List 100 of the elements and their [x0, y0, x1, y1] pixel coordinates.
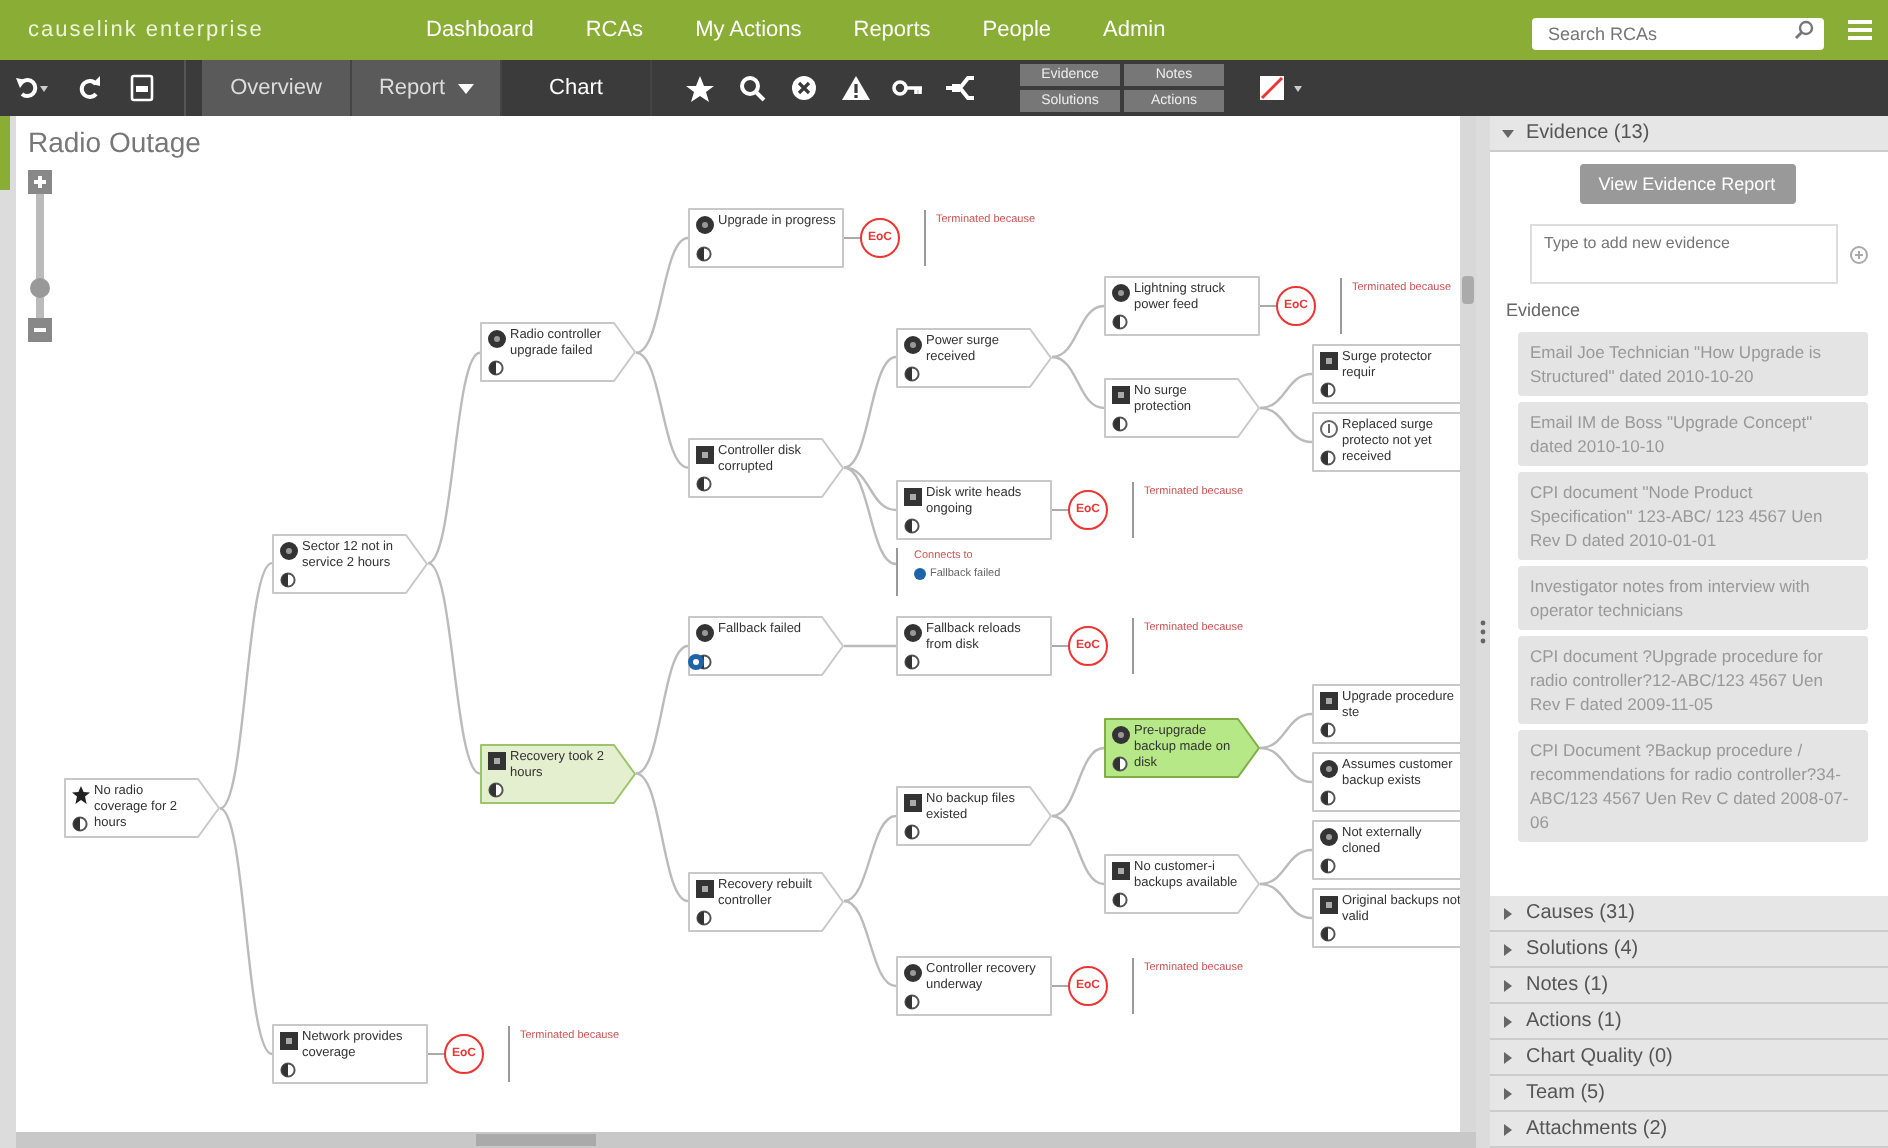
- half-circle-icon: [1320, 382, 1336, 398]
- half-circle-icon: [280, 571, 296, 588]
- section-title: Causes (31): [1526, 902, 1635, 924]
- drag-handle-icon[interactable]: [1480, 620, 1487, 644]
- half-circle-icon: [1112, 892, 1128, 908]
- half-circle-icon: [1112, 756, 1128, 772]
- circle-icon: [1320, 828, 1338, 846]
- star-icon[interactable]: [684, 74, 716, 102]
- accent-bar: [0, 116, 10, 190]
- search-icon[interactable]: [736, 74, 768, 102]
- half-circle-icon: [904, 365, 920, 381]
- connector-line: [1051, 355, 1105, 410]
- accordion-header[interactable]: Chart Quality (0): [1490, 1040, 1888, 1076]
- vertical-scrollbar[interactable]: [1460, 116, 1477, 1132]
- connector-line: [843, 899, 897, 988]
- accordion-header[interactable]: Evidence (13): [1490, 116, 1888, 152]
- circle-icon: [696, 216, 714, 234]
- search-field[interactable]: Search RCAs: [1532, 18, 1824, 50]
- caret-icon: [1502, 127, 1514, 139]
- close-circle-icon[interactable]: [788, 74, 820, 102]
- connector-line: [1259, 848, 1313, 886]
- circle-icon: [488, 330, 506, 349]
- section-title: Attachments (2): [1526, 1118, 1668, 1140]
- link-dot-icon: [688, 654, 704, 670]
- accordion-header[interactable]: Notes (1): [1490, 968, 1888, 1004]
- connector-line: [1051, 814, 1105, 886]
- half-circle-icon: [904, 994, 920, 1010]
- minus-icon: [32, 322, 48, 338]
- section-title: Team (5): [1526, 1082, 1605, 1104]
- accordion-header[interactable]: Causes (31): [1490, 896, 1888, 932]
- half-circle-icon: [1320, 450, 1336, 466]
- connector-line: [1051, 746, 1105, 818]
- square-icon: [1112, 386, 1130, 404]
- circle-icon: [280, 541, 298, 560]
- half-circle-icon: [1320, 858, 1336, 874]
- connector-line: [635, 236, 689, 354]
- square-icon: [904, 488, 922, 506]
- half-circle-icon: [1320, 722, 1336, 738]
- list-heading: Evidence: [1506, 300, 1583, 320]
- half-circle-icon: [1112, 416, 1128, 432]
- caret-icon: [1502, 1051, 1514, 1063]
- evidence-input[interactable]: Type to add new evidence: [1530, 224, 1838, 284]
- chart-title: Radio Outage: [28, 126, 201, 158]
- info-icon: [1320, 420, 1338, 438]
- half-circle-icon: [1320, 926, 1336, 942]
- square-icon: [1320, 896, 1338, 914]
- color-swatch-icon[interactable]: [1258, 74, 1306, 102]
- accordion-header[interactable]: Team (5): [1490, 1076, 1888, 1112]
- connector-line: [1259, 712, 1313, 750]
- half-circle-icon: [696, 246, 712, 262]
- circle-icon: [904, 964, 922, 982]
- zoom-in-button[interactable]: [28, 170, 52, 194]
- caret-icon: [1502, 943, 1514, 955]
- horizontal-scrollbar[interactable]: [16, 1132, 1477, 1148]
- branch-icon[interactable]: [944, 74, 976, 102]
- zoom-out-button[interactable]: [28, 318, 52, 342]
- circle-icon: [1112, 284, 1130, 302]
- circle-icon: [1112, 726, 1130, 744]
- half-circle-icon: [1112, 314, 1128, 330]
- menu-icon[interactable]: [1848, 20, 1872, 40]
- toolbar-tab[interactable]: Overview: [202, 60, 352, 116]
- connector-line: [635, 772, 689, 903]
- accordion-header[interactable]: Attachments (2): [1490, 1112, 1888, 1148]
- plus-icon: [32, 174, 48, 190]
- connector-line: [1259, 406, 1313, 444]
- caret-icon: [1502, 1087, 1514, 1099]
- half-circle-icon: [904, 824, 920, 840]
- pdf-icon[interactable]: [130, 74, 154, 102]
- warning-icon[interactable]: [840, 74, 872, 102]
- redo-icon[interactable]: [78, 76, 102, 100]
- caret-icon: [1502, 1123, 1514, 1135]
- toolbar-tab[interactable]: Report: [352, 60, 502, 116]
- caret-icon: [457, 83, 474, 93]
- caret-icon: [1502, 1015, 1514, 1027]
- undo-icon[interactable]: [14, 76, 50, 100]
- square-icon: [1320, 692, 1338, 710]
- half-circle-icon: [696, 909, 712, 925]
- connector-line: [1259, 882, 1313, 920]
- connector-line: [1259, 746, 1313, 784]
- circle-icon: [904, 335, 922, 353]
- caret-icon: [1502, 979, 1514, 991]
- half-circle-icon: [904, 518, 920, 534]
- zoom-slider[interactable]: [36, 194, 44, 318]
- key-icon[interactable]: [892, 74, 924, 102]
- accordion-header[interactable]: Actions (1): [1490, 1004, 1888, 1040]
- slider-thumb[interactable]: [30, 277, 50, 297]
- square-icon: [904, 794, 922, 812]
- section-title: Chart Quality (0): [1526, 1046, 1673, 1068]
- section-title: Actions (1): [1526, 1010, 1622, 1032]
- half-circle-icon: [696, 475, 712, 492]
- circle-icon: [1320, 760, 1338, 778]
- brand-logo: causelink enterprise: [28, 18, 266, 42]
- search-icon: [1794, 20, 1814, 40]
- connector-line: [1259, 372, 1313, 410]
- accordion-header[interactable]: Solutions (4): [1490, 932, 1888, 968]
- square-icon: [280, 1032, 298, 1050]
- link-dot-icon: [914, 568, 926, 580]
- section-title: Notes (1): [1526, 974, 1609, 996]
- half-circle-icon: [72, 816, 88, 833]
- caret-icon: [1502, 907, 1514, 919]
